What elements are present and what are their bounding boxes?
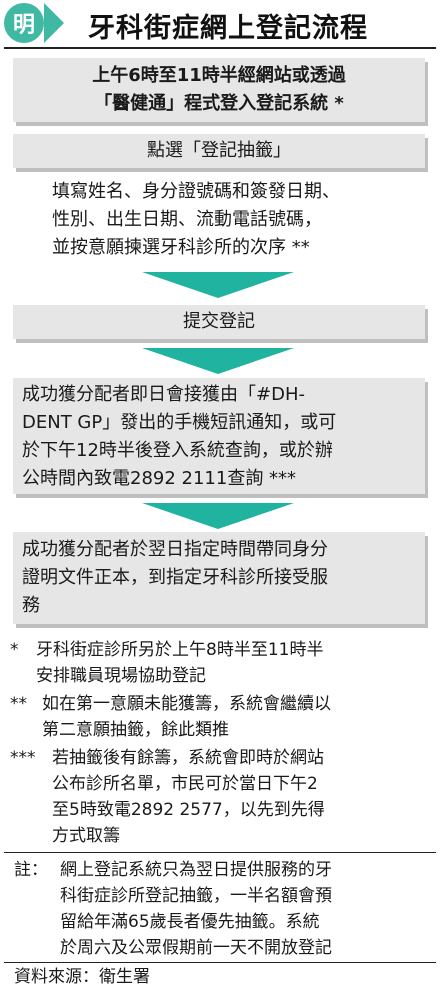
remark-line-1: 網上登記系統只為翌日提供服務的牙 [60,860,332,880]
step-sms-line-4: 公時間內致電2892 2111查詢 *** [22,468,297,489]
note-1-mark: * [10,640,19,660]
note-3-line-1: 若抽籤後有餘籌，系統會即時於網站 [52,748,324,768]
page-title: 牙科街症網上登記流程 [88,13,368,44]
note-2-line-2: 第二意願抽籤，餘此類推 [42,720,229,740]
logo-char: 明 [12,12,35,38]
notes-divider [4,852,436,853]
intro-line-1: 上午6時至11時半經網站或透過 [92,65,346,86]
step-fill-line-2: 性別、出生日期、流動電話號碼， [52,209,322,230]
step-attend-line-1: 成功獲分配者於翌日指定時間帶同身分 [22,539,328,560]
note-3-mark: *** [10,748,36,768]
flow-arrow-icon [142,272,294,298]
publisher-logo: 明 [4,3,44,43]
note-3-line-4: 方式取籌 [52,826,120,846]
step-attend-line-3: 務 [22,595,40,616]
note-2-line-1: 如在第一意願未能獲籌，系統會繼續以 [42,694,331,714]
remark-mark: 註： [14,860,48,880]
step-sms-line-3: 於下午12時半後登入系統查詢，或於辦 [22,440,333,461]
step-attend-line-2: 證明文件正本，到指定牙科診所接受服 [22,567,328,588]
step-fill-line-3: 並按意願揀選牙科診所的次序 ** [52,237,310,258]
note-3-line-3: 至5時致電2892 2577，以先到先得 [52,800,325,820]
note-1-line-1: 牙科街症診所另於上午8時半至11時半 [36,640,324,660]
step-fill-line-1: 填寫姓名、身分證號碼和簽發日期、 [52,181,340,202]
note-2-mark: ** [10,694,27,714]
note-1-line-2: 安排職員現場協助登記 [36,666,206,686]
step-sms-line-1: 成功獲分配者即日會接獲由「#DH- [22,384,305,405]
flow-arrow-icon [142,503,294,529]
remark-line-4: 於周六及公眾假期前一天不開放登記 [60,938,332,958]
remark-line-2: 科街症診所登記抽籤，一半名額會預 [60,886,332,906]
step-submit-label: 提交登記 [183,311,255,332]
source-credit: 資料來源：衛生署 [14,967,150,987]
header: 明 牙科街症網上登記流程 [0,0,440,45]
flow-arrow-icon [142,348,294,374]
note-3-line-2: 公布診所名單，市民可於當日下午2 [52,774,318,794]
intro-line-2: 「醫健通」程式登入登記系統 * [94,93,344,114]
step-select-label: 點選「登記抽籤」 [147,140,291,161]
header-divider [4,47,436,49]
step-sms-line-2: DENT GP」發出的手機短訊通知，或可 [22,412,337,433]
remark-line-3: 留給年滿65歲長者優先抽籤。系統 [60,912,320,932]
logo-chevron-icon [44,3,64,43]
